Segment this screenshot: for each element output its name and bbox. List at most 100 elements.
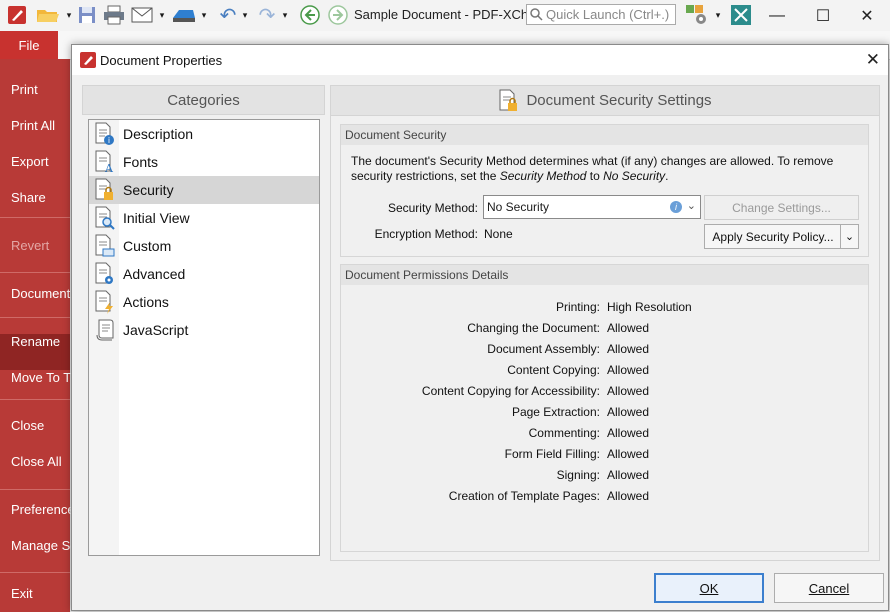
category-label: Custom — [123, 238, 172, 254]
permission-label: Changing the Document: — [467, 321, 600, 335]
fullscreen-icon[interactable] — [729, 4, 753, 26]
permission-label: Page Extraction: — [511, 405, 600, 419]
backstage-export[interactable]: Export — [11, 154, 49, 169]
permission-value: Allowed — [607, 447, 650, 461]
permission-row: Content Copying for Accessibility: Allow… — [341, 384, 868, 405]
backstage-share[interactable]: Share — [11, 190, 46, 205]
permission-value: Allowed — [607, 468, 650, 482]
apply-security-policy-button[interactable]: Apply Security Policy... — [704, 224, 841, 249]
backstage-print-all[interactable]: Print All — [11, 118, 55, 133]
quick-launch-placeholder: Quick Launch (Ctrl+.) — [546, 7, 670, 22]
file-tab[interactable]: File — [0, 31, 58, 59]
permission-value: Allowed — [607, 426, 650, 440]
permission-value: Allowed — [607, 405, 650, 419]
permissions-group: Document Permissions Details Printing: H… — [340, 264, 869, 552]
backstage-rename[interactable]: Rename — [11, 334, 60, 349]
search-icon — [530, 8, 543, 21]
backstage-print[interactable]: Print — [11, 82, 38, 97]
permission-row: Page Extraction: Allowed — [341, 405, 868, 426]
backstage-exit[interactable]: Exit — [11, 586, 33, 601]
permission-row: Document Assembly: Allowed — [341, 342, 868, 363]
permission-label: Commenting: — [528, 426, 600, 440]
window-title: Sample Document - PDF-XCha... — [354, 7, 547, 22]
dialog-close-button[interactable]: ✕ — [866, 50, 880, 70]
ok-label: OK — [699, 580, 719, 596]
maximize-button[interactable]: ☐ — [800, 0, 846, 31]
category-security[interactable]: Security — [89, 176, 319, 204]
backstage-revert[interactable]: Revert — [11, 238, 49, 253]
back-icon[interactable] — [299, 4, 321, 26]
fonts-icon: A — [92, 149, 118, 175]
category-actions[interactable]: Actions — [89, 288, 319, 316]
category-description[interactable]: i Description — [89, 120, 319, 148]
description-text: to — [586, 169, 604, 183]
categories-list: i Description A Fonts Security Initial V… — [88, 119, 320, 556]
minimize-button[interactable]: — — [754, 0, 800, 31]
ok-button[interactable]: OK — [654, 573, 764, 603]
scanner-icon[interactable] — [170, 4, 198, 26]
permission-row: Commenting: Allowed — [341, 426, 868, 447]
permission-label: Printing: — [555, 300, 600, 314]
chevron-down-icon[interactable]: ▾ — [64, 4, 74, 26]
open-folder-icon[interactable] — [34, 4, 64, 26]
document-security-heading: Document Security — [341, 125, 868, 145]
category-javascript[interactable]: JavaScript — [89, 316, 319, 344]
category-custom[interactable]: Custom — [89, 232, 319, 260]
categories-header: Categories — [82, 85, 325, 115]
save-icon[interactable] — [76, 4, 98, 26]
permission-row: Signing: Allowed — [341, 468, 868, 489]
backstage-manage[interactable]: Manage Se — [11, 538, 78, 553]
permission-row: Changing the Document: Allowed — [341, 321, 868, 342]
permission-label: Form Field Filling: — [504, 447, 600, 461]
security-method-label: Security Method: — [387, 201, 478, 215]
permission-value: Allowed — [607, 384, 650, 398]
divider — [0, 272, 70, 273]
chevron-down-icon[interactable]: ▾ — [713, 4, 723, 26]
permission-value: High Resolution — [607, 300, 692, 314]
cancel-button[interactable]: Cancel — [774, 573, 884, 603]
permission-label: Content Copying: — [507, 363, 600, 377]
dialog-title: Document Properties — [100, 53, 223, 68]
permission-value: Allowed — [607, 363, 650, 377]
redo-icon[interactable]: ↷ — [255, 4, 279, 27]
svg-text:A: A — [104, 162, 114, 174]
category-label: Description — [123, 126, 194, 142]
quick-launch-input[interactable]: Quick Launch (Ctrl+.) — [526, 4, 676, 25]
category-label: Advanced — [123, 266, 186, 282]
customize-icon[interactable] — [684, 4, 712, 26]
chevron-down-icon[interactable]: ▾ — [157, 4, 167, 26]
permission-row: Form Field Filling: Allowed — [341, 447, 868, 468]
description-emphasis: No Security — [603, 169, 666, 183]
cancel-label: Cancel — [808, 580, 850, 596]
close-window-button[interactable]: ✕ — [844, 0, 890, 31]
category-initial-view[interactable]: Initial View — [89, 204, 319, 232]
info-icon: i — [670, 201, 682, 213]
chevron-down-icon[interactable]: ▾ — [240, 4, 250, 26]
security-settings-title: Document Security Settings — [526, 92, 712, 109]
permission-value: Allowed — [607, 321, 650, 335]
encryption-method-label: Encryption Method: — [374, 227, 478, 241]
permission-value: Allowed — [607, 342, 650, 356]
category-fonts[interactable]: A Fonts — [89, 148, 319, 176]
category-advanced[interactable]: Advanced — [89, 260, 319, 288]
chevron-down-icon[interactable]: ▾ — [199, 4, 209, 26]
permission-value: Allowed — [607, 489, 650, 503]
security-method-select[interactable]: No Security i ⌄ — [483, 195, 701, 219]
backstage-close[interactable]: Close — [11, 418, 44, 433]
permission-row: Creation of Template Pages: Allowed — [341, 489, 868, 510]
undo-icon[interactable]: ↶ — [216, 4, 240, 27]
category-label: Actions — [123, 294, 169, 310]
encryption-method-value: None — [484, 227, 513, 241]
backstage-document[interactable]: Document — [11, 286, 70, 301]
apply-policy-dropdown-chevron-icon[interactable]: ⌄ — [840, 224, 859, 249]
security-document-icon — [499, 89, 518, 111]
change-settings-button[interactable]: Change Settings... — [704, 195, 859, 220]
permission-label: Creation of Template Pages: — [448, 489, 600, 503]
forward-icon[interactable] — [327, 4, 349, 26]
divider — [0, 317, 70, 318]
print-icon[interactable] — [102, 4, 126, 26]
backstage-close-all[interactable]: Close All — [11, 454, 62, 469]
actions-icon — [92, 289, 118, 315]
email-icon[interactable] — [130, 4, 156, 26]
chevron-down-icon[interactable]: ▾ — [280, 4, 290, 26]
